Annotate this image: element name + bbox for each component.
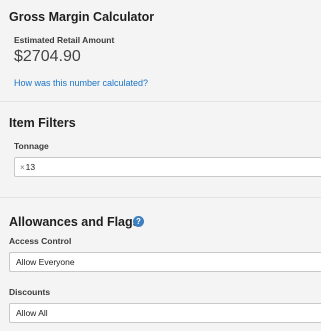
discounts-label: Discounts xyxy=(9,287,51,297)
question-circle-icon[interactable]: ? xyxy=(133,216,144,227)
item-filters-title: Item Filters xyxy=(9,116,76,130)
gross-margin-page: Gross Margin Calculator Estimated Retail… xyxy=(0,0,321,331)
tonnage-multiselect[interactable]: × 13 xyxy=(14,157,321,177)
access-control-select[interactable]: Allow Everyone xyxy=(9,252,321,272)
tonnage-label: Tonnage xyxy=(14,141,49,151)
discounts-select[interactable]: Allow All xyxy=(9,303,321,323)
tonnage-tag-value: 13 xyxy=(25,162,36,172)
tag-remove-icon[interactable]: × xyxy=(20,163,25,172)
calculation-help-link[interactable]: How was this number calculated? xyxy=(14,78,148,88)
section-divider xyxy=(0,197,321,198)
calculator-title: Gross Margin Calculator xyxy=(9,10,155,24)
access-control-label: Access Control xyxy=(9,236,72,246)
discounts-value: Allow All xyxy=(16,308,48,318)
allowances-title: Allowances and Flags xyxy=(9,215,140,229)
estimated-retail-amount-value: $2704.90 xyxy=(14,48,81,65)
estimated-retail-amount-label: Estimated Retail Amount xyxy=(14,35,115,45)
access-control-value: Allow Everyone xyxy=(16,257,75,267)
section-divider xyxy=(0,101,321,102)
